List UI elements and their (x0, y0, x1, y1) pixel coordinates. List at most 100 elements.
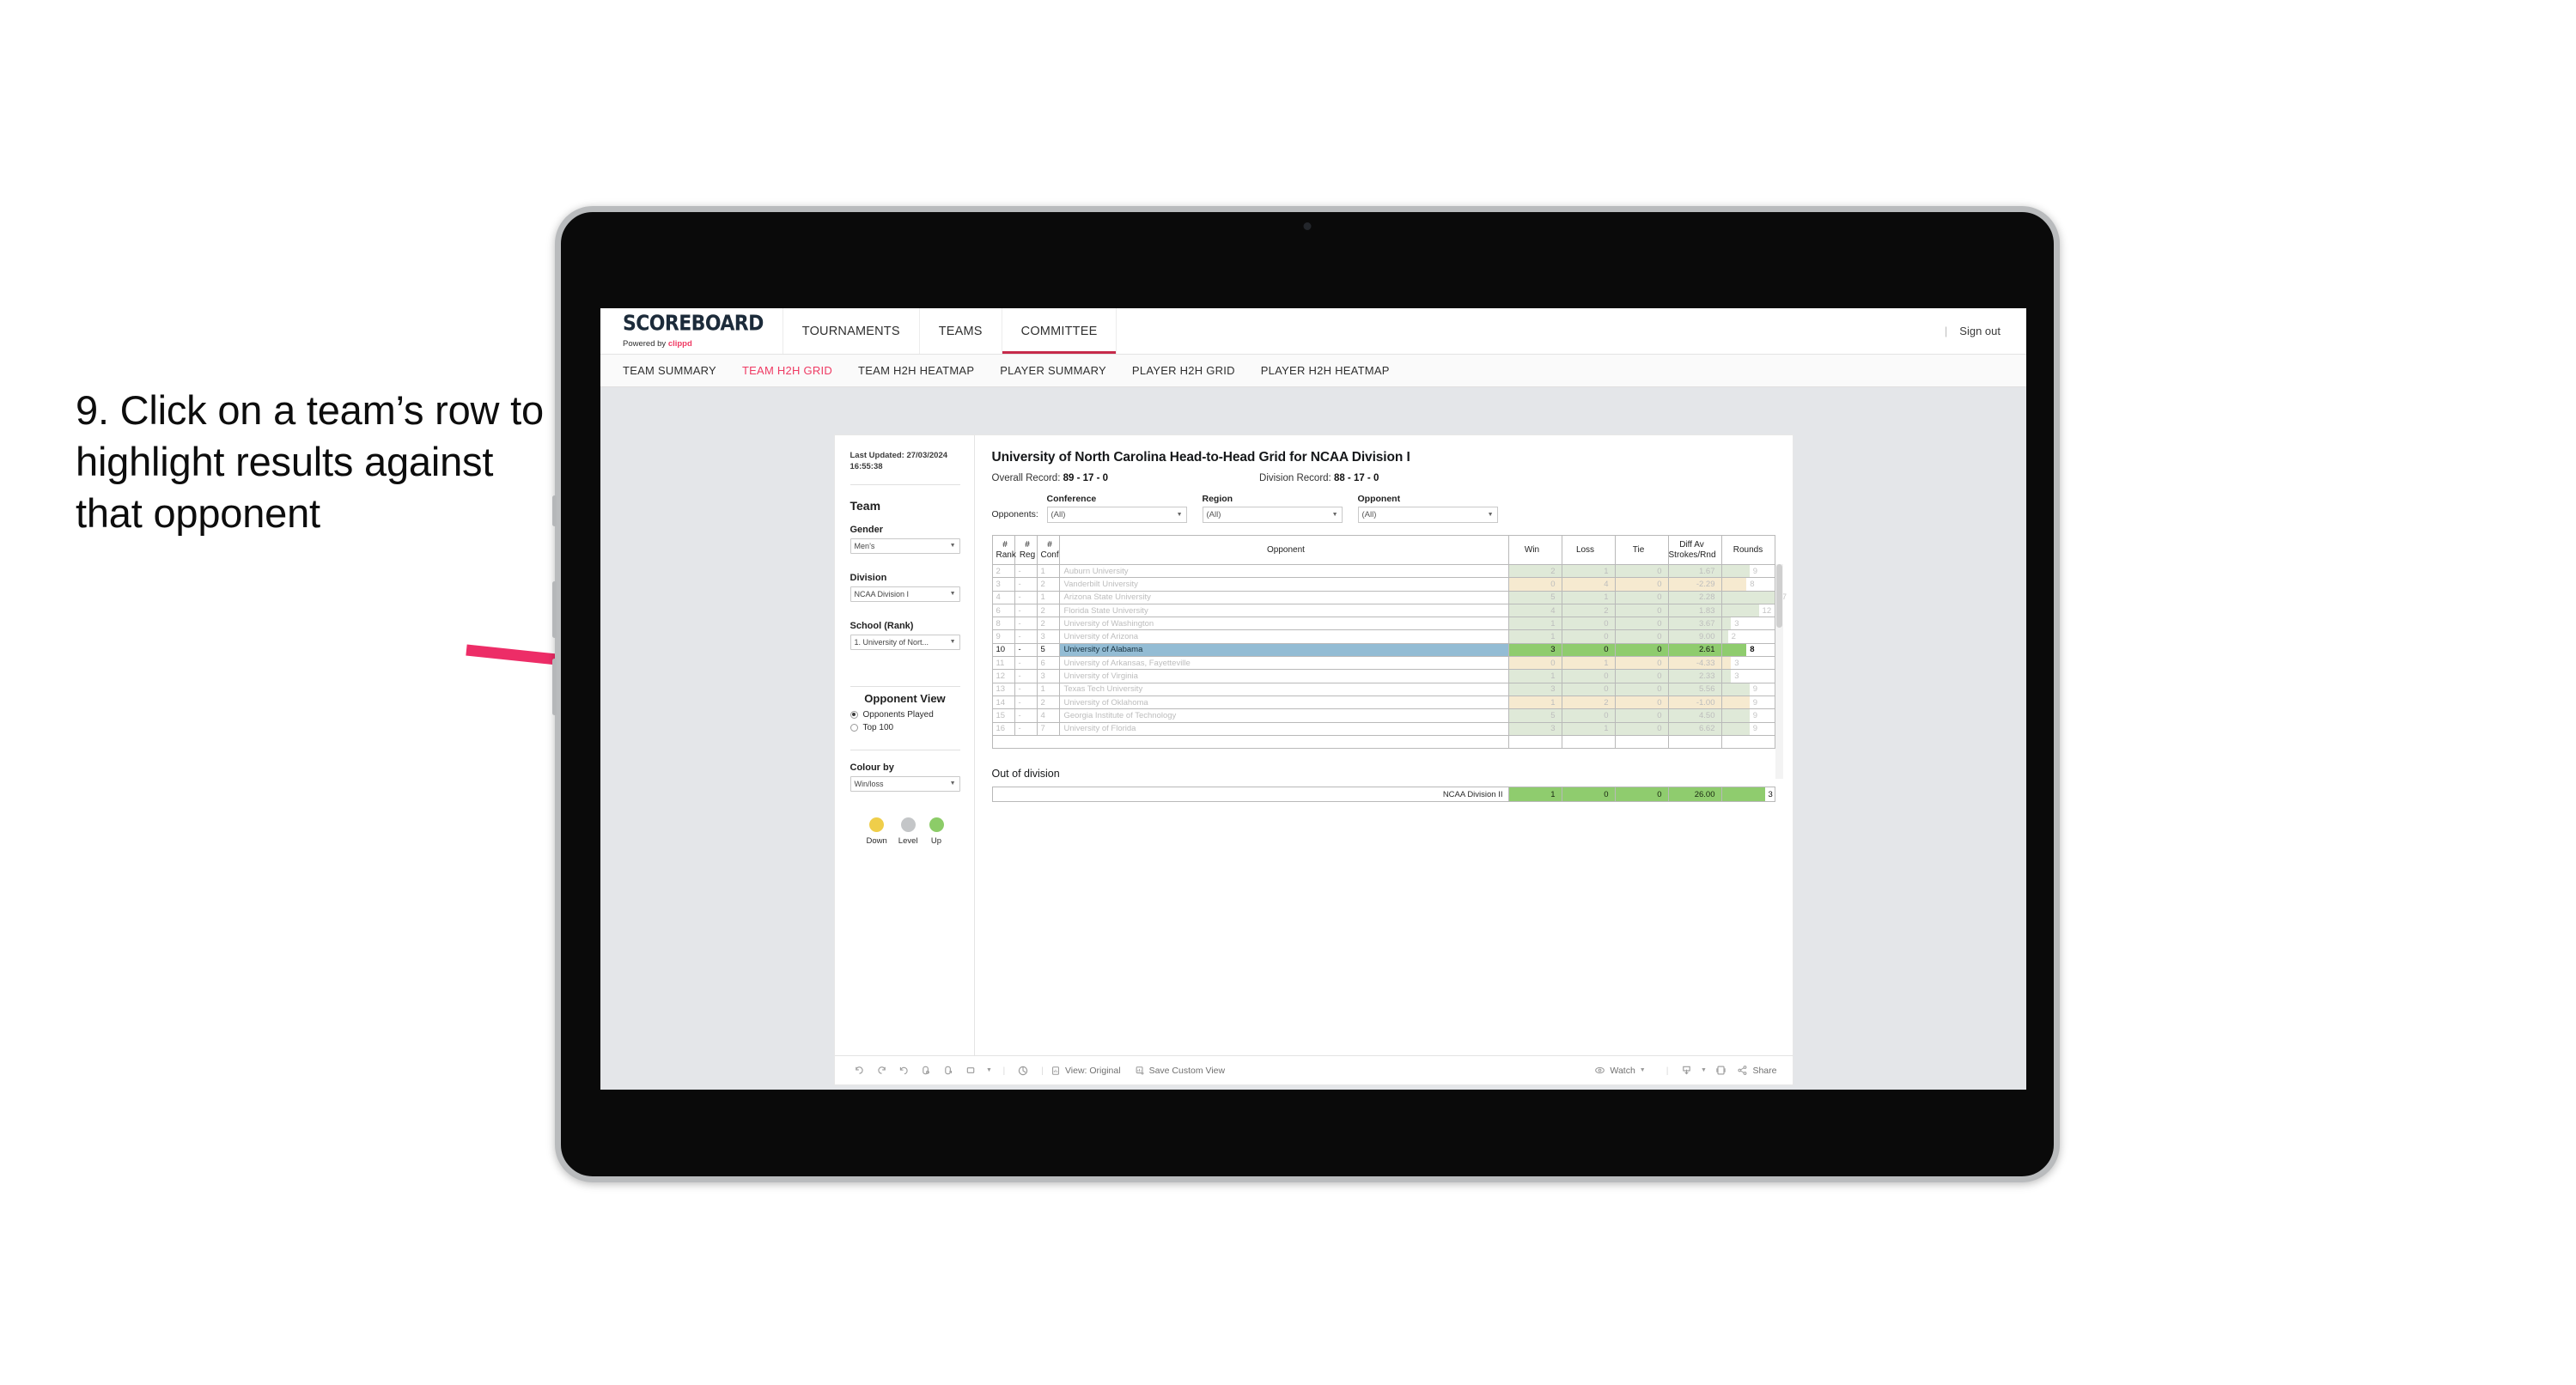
pan-icon[interactable] (960, 1065, 983, 1076)
cell-reg: - (1014, 682, 1038, 696)
cell-opponent: Arizona State University (1058, 590, 1509, 604)
fullscreen-icon[interactable] (1709, 1065, 1732, 1076)
opponents-label: Opponents: (991, 509, 1038, 519)
table-row[interactable]: 9-3 University of Arizona 1 0 0 9.00 2 (991, 629, 1775, 644)
cell-tie: 0 (1614, 682, 1669, 696)
cell-rounds: 2 (1720, 629, 1775, 644)
nav-tab-tournaments[interactable]: TOURNAMENTS (783, 308, 920, 354)
cell-loss: 1 (1561, 721, 1616, 736)
table-row[interactable]: 8-2 University of Washington 1 0 0 3.67 3 (991, 617, 1775, 631)
radio-label-top-100: Top 100 (862, 722, 894, 732)
gender-select[interactable]: Men’s ▼ (850, 538, 960, 554)
redo-icon[interactable] (871, 1065, 893, 1076)
heading-opponent-view: Opponent View (864, 691, 946, 705)
table-row[interactable]: 11-6 University of Arkansas, Fayetteville… (991, 656, 1775, 671)
cell-rank: 8 (991, 617, 1015, 631)
cell-rounds: 3 (1720, 617, 1775, 631)
view-original-button[interactable]: View: Original (1050, 1066, 1121, 1076)
cell-rank: 2 (991, 563, 1015, 579)
download-dropdown-icon[interactable]: ▼ (1697, 1067, 1709, 1073)
table-row[interactable]: 10-5 University of Alabama 3 0 0 2.61 8 (991, 642, 1775, 658)
table-row[interactable]: 6-2 Florida State University 4 2 0 1.83 12 (991, 603, 1775, 618)
table-row[interactable]: 3-2 Vanderbilt University 0 4 0 -2.29 8 (991, 577, 1775, 592)
cell-conf: 4 (1036, 708, 1060, 723)
table-row[interactable]: 14-2 University of Oklahoma 1 2 0 -1.00 9 (991, 695, 1775, 710)
cell-rank: 9 (991, 629, 1015, 644)
colour-by-select[interactable]: Win/loss ▼ (850, 775, 960, 792)
cell-opponent: University of Virginia (1058, 669, 1509, 683)
th-loss: Loss (1561, 535, 1616, 565)
cell-win: 4 (1507, 603, 1562, 618)
refresh-icon[interactable] (916, 1065, 938, 1076)
download-icon[interactable] (1675, 1065, 1697, 1076)
filler-rounds (1720, 734, 1775, 750)
pause-auto-update-icon[interactable] (938, 1065, 960, 1076)
radio-icon-selected (850, 710, 858, 719)
cell-win: 3 (1507, 642, 1562, 658)
rounds-bar (1721, 578, 1747, 591)
cell-opponent: University of Florida (1058, 721, 1509, 736)
cell-rounds: 9 (1720, 708, 1775, 723)
grid-vertical-scrollbar[interactable] (1775, 564, 1783, 779)
show-me-icon[interactable] (1012, 1065, 1034, 1077)
cell-conf: 2 (1036, 617, 1060, 631)
cell-rounds: 3 (1720, 669, 1775, 683)
clippd-brand: clippd (667, 339, 692, 349)
division-select[interactable]: NCAA Division I ▼ (850, 586, 960, 602)
nav-divider: | (1944, 325, 1948, 337)
cell-loss: 0 (1561, 682, 1616, 696)
tablet-screen: SCOREBOARD Powered by clippd TOURNAMENTS… (600, 308, 2026, 1090)
radio-top-100[interactable]: Top 100 (850, 723, 960, 732)
toolbar-separator-2: | (1041, 1065, 1044, 1076)
cell-diff: 2.28 (1667, 590, 1722, 604)
cell-rounds: 9 (1720, 682, 1775, 696)
main-panel: University of North Carolina Head-to-Hea… (975, 435, 1793, 1055)
table-row[interactable]: 15-4 Georgia Institute of Technology 5 0 0 4.… (991, 708, 1775, 723)
table-row[interactable]: 4-1Arizona State University5102.2817 (991, 590, 1787, 604)
cell-diff: 9.00 (1667, 629, 1722, 644)
powered-by-prefix: Powered by (623, 339, 668, 349)
out-of-division-table: NCAA Division II 1 0 0 26.00 3 (991, 787, 1775, 803)
instruction-annotation: 9. Click on a team’s row to highlight re… (76, 387, 544, 537)
rounds-value: 8 (1750, 645, 1755, 655)
ood-tie: 0 (1614, 787, 1669, 803)
table-row[interactable]: 13-1 Texas Tech University 3 0 0 5.56 9 (991, 682, 1775, 696)
radio-opponents-played[interactable]: Opponents Played (850, 710, 960, 720)
chevron-down-icon: ▼ (949, 781, 956, 787)
colour-legend: Down Level Up (850, 817, 960, 846)
conference-select[interactable]: (All) ▼ (1046, 507, 1187, 523)
watch-button[interactable]: Watch ▼ (1594, 1065, 1646, 1076)
region-select[interactable]: (All) ▼ (1202, 507, 1343, 523)
chevron-down-icon: ▼ (1331, 512, 1338, 518)
subnav-team-h2h-heatmap[interactable]: TEAM H2H HEATMAP (858, 364, 974, 377)
rounds-value: 9 (1752, 710, 1758, 720)
nav-tab-teams[interactable]: TEAMS (920, 308, 1002, 354)
cell-rank: 13 (991, 682, 1015, 696)
school-rank-select[interactable]: 1. University of Nort... ▼ (850, 634, 960, 650)
table-row[interactable]: 2-1 Auburn University 2 1 0 1.67 9 (991, 563, 1775, 579)
cell-rank: 4 (991, 590, 1015, 604)
table-row[interactable]: 12-3 University of Virginia 1 0 0 2.33 3 (991, 669, 1775, 683)
subnav-team-summary[interactable]: TEAM SUMMARY (623, 364, 716, 377)
nav-tab-committee[interactable]: COMMITTEE (1002, 308, 1117, 354)
table-row[interactable]: 16-7 University of Florida 3 1 0 6.62 9 (991, 721, 1775, 736)
cell-rounds: 8 (1720, 642, 1775, 658)
pan-dropdown-icon[interactable]: ▼ (983, 1067, 996, 1073)
opponent-select[interactable]: (All) ▼ (1357, 507, 1498, 523)
out-of-division-body: NCAA Division II 1 0 0 26.00 3 (991, 787, 1775, 803)
share-button[interactable]: Share (1737, 1065, 1777, 1076)
legend-item-up: Up (929, 817, 944, 846)
grid-empty-filler-row (991, 734, 1775, 750)
sign-out-link[interactable]: Sign out (1959, 325, 2001, 337)
subnav-player-summary[interactable]: PLAYER SUMMARY (1000, 364, 1106, 377)
out-of-division-row[interactable]: NCAA Division II 1 0 0 26.00 3 (991, 787, 1775, 803)
grid-header-row: # Rank # Reg # Conf Opponent Win Loss Tie D… (991, 535, 1775, 565)
revert-icon[interactable] (893, 1065, 916, 1076)
undo-icon[interactable] (849, 1065, 871, 1076)
subnav-team-h2h-grid[interactable]: TEAM H2H GRID (742, 364, 832, 377)
subnav-player-h2h-grid[interactable]: PLAYER H2H GRID (1132, 364, 1235, 377)
scrollbar-thumb[interactable] (1775, 564, 1782, 628)
subnav-player-h2h-heatmap[interactable]: PLAYER H2H HEATMAP (1261, 364, 1390, 377)
save-custom-view-button[interactable]: Save Custom View (1135, 1066, 1225, 1076)
cell-win: 3 (1507, 721, 1562, 736)
